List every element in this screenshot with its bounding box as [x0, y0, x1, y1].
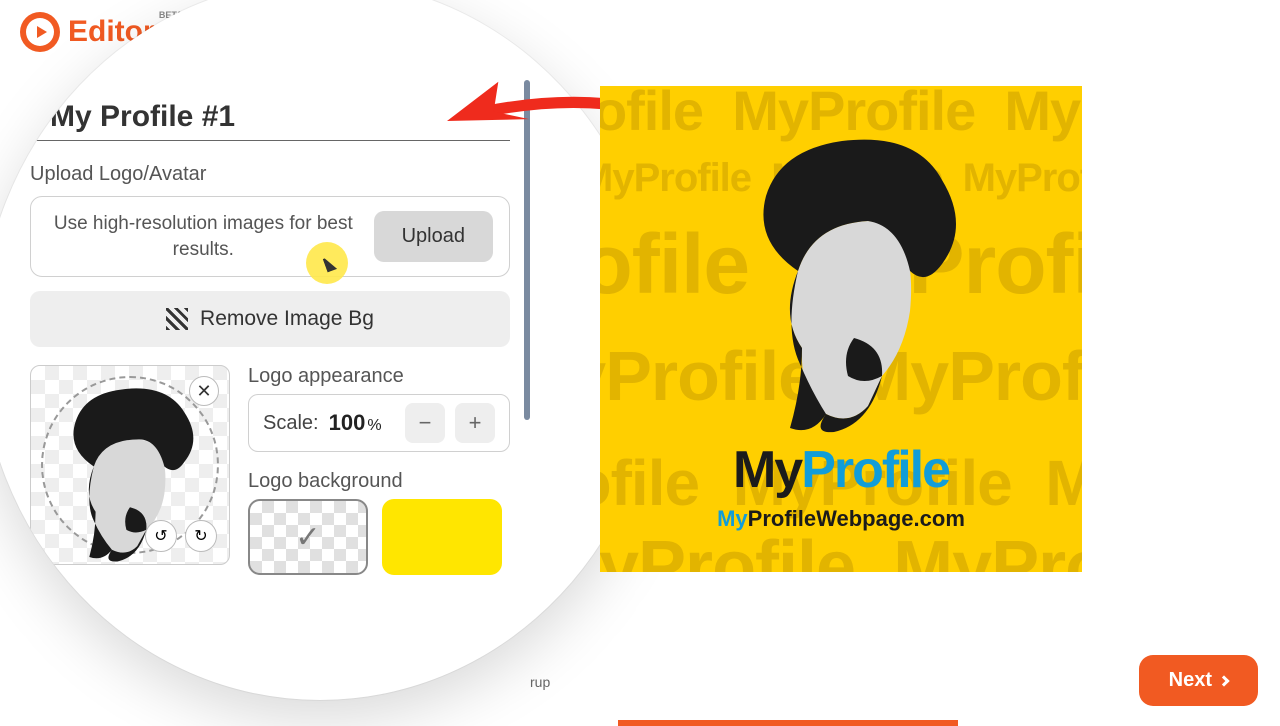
bg-option-transparent[interactable]: ✓ — [248, 499, 368, 575]
upload-button[interactable]: Upload — [374, 211, 493, 262]
logo-icon — [20, 12, 60, 52]
bg-option-yellow[interactable] — [382, 499, 502, 575]
panel-scrollbar[interactable] — [524, 80, 530, 420]
scale-decrease-button[interactable]: − — [405, 403, 445, 443]
scale-value: 100% — [329, 410, 395, 436]
preview-progress-bar — [618, 720, 958, 726]
next-button[interactable]: Next — [1139, 655, 1258, 706]
remove-bg-label: Remove Image Bg — [200, 307, 374, 331]
rotate-cw-button[interactable]: ↻ — [185, 520, 217, 552]
truncated-text: rup — [530, 674, 550, 690]
section-my-profile[interactable]: My Profile #1 — [30, 100, 510, 141]
check-icon: ✓ — [295, 520, 320, 555]
remove-image-bg-button[interactable]: Remove Image Bg — [30, 291, 510, 347]
avatar-large — [718, 126, 988, 456]
upload-box: Use high-resolution images for best resu… — [30, 196, 510, 277]
chevron-right-icon — [1218, 675, 1229, 686]
logo-thumbnail[interactable]: ✕ ↺ ↻ — [30, 365, 230, 565]
transparency-icon — [166, 308, 188, 330]
design-preview[interactable]: MyProfile MyProfile MyProfile MyProfile … — [600, 86, 1082, 572]
next-label: Next — [1169, 669, 1212, 692]
scale-control: Scale: 100% − + — [248, 394, 510, 452]
preview-url: MyProfileWebpage.com — [600, 506, 1082, 532]
scale-increase-button[interactable]: + — [455, 403, 495, 443]
scale-label: Scale: — [263, 412, 319, 435]
zoom-lens: My Profile #1 Upload Logo/Avatar Use hig… — [0, 0, 660, 700]
section-title-text: My Profile #1 — [50, 100, 235, 134]
appearance-label: Logo appearance — [248, 365, 510, 388]
preview-title: MyProfile — [600, 440, 1082, 500]
cursor-icon — [325, 257, 339, 275]
color-palette-label: Color Palette — [10, 674, 137, 700]
rotate-ccw-button[interactable]: ↺ — [145, 520, 177, 552]
collapse-caret-icon — [30, 113, 42, 121]
upload-section-label: Upload Logo/Avatar — [30, 163, 510, 186]
bg-label: Logo background — [248, 470, 510, 493]
